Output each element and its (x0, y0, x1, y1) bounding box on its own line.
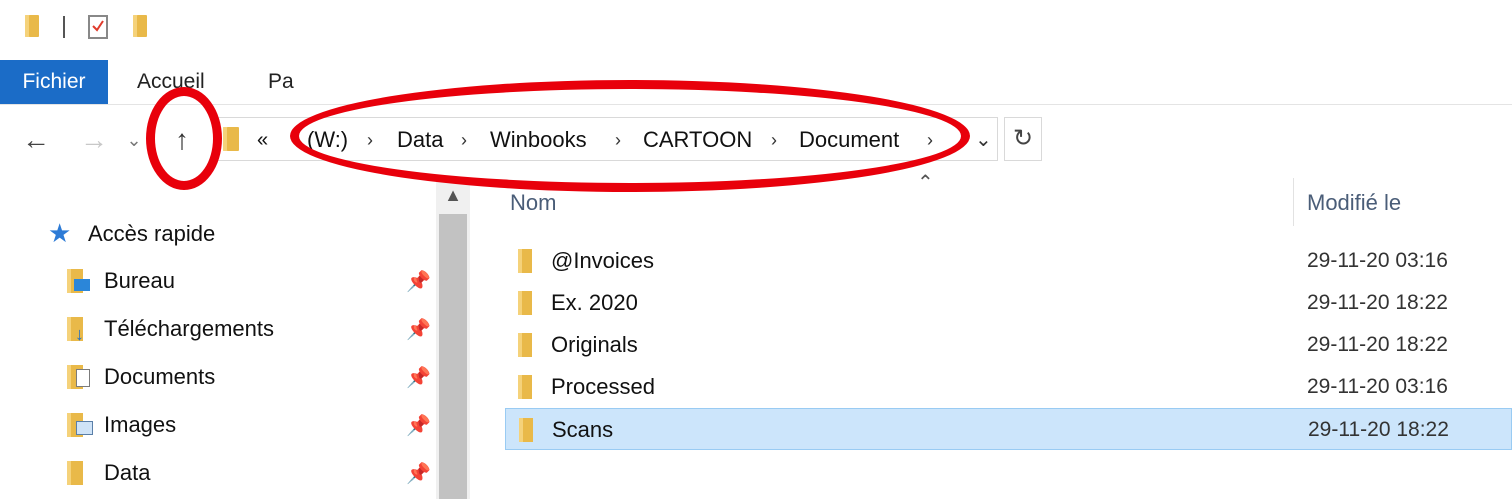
file-modified-date: 29-11-20 03:16 (1307, 249, 1448, 272)
picture-icon (76, 421, 93, 435)
folder-icon (519, 418, 533, 442)
file-name: Scans (552, 417, 614, 442)
pin-icon[interactable]: 📌 (406, 317, 431, 342)
pin-icon[interactable]: 📌 (406, 413, 431, 438)
pin-icon[interactable]: 📌 (406, 365, 431, 390)
pin-icon[interactable]: 📌 (406, 461, 431, 486)
file-row[interactable]: Processed 29-11-20 03:16 (505, 366, 1512, 408)
folder-icon[interactable] (25, 15, 39, 37)
file-name: @Invoices (551, 248, 655, 273)
sidebar-item-images[interactable]: Images 📌 (0, 403, 436, 447)
file-modified-date: 29-11-20 18:22 (1307, 333, 1448, 356)
file-row[interactable]: Originals 29-11-20 18:22 (505, 324, 1512, 366)
forward-arrow-icon[interactable]: → (74, 122, 114, 158)
file-name: Processed (551, 374, 655, 399)
sidebar-item-label: Data (104, 460, 151, 485)
toolbar-separator (63, 16, 65, 38)
file-name: Originals (551, 332, 638, 357)
desktop-badge-icon (74, 279, 90, 291)
new-folder-icon[interactable] (133, 15, 147, 37)
file-modified-date: 29-11-20 18:22 (1307, 291, 1448, 314)
sidebar-item-data[interactable]: Data 📌 (0, 451, 436, 495)
folder-icon (518, 291, 532, 315)
folder-icon (67, 461, 83, 485)
tab-file[interactable]: Fichier (0, 60, 108, 104)
properties-icon[interactable] (88, 15, 108, 39)
file-row[interactable]: @Invoices 29-11-20 03:16 (505, 240, 1512, 282)
sort-ascending-icon: ⌃ (917, 172, 934, 194)
download-arrow-icon: ↓ (75, 324, 84, 344)
sidebar-quick-access[interactable]: ★ Accès rapide (0, 212, 436, 256)
column-header-modified[interactable]: Modifié le (1307, 190, 1401, 216)
sidebar-item-label: Téléchargements (104, 316, 274, 341)
folder-icon (518, 375, 532, 399)
sidebar-item-label: Images (104, 412, 177, 437)
sidebar-item-label: Accès rapide (88, 221, 216, 246)
folder-icon (518, 333, 532, 357)
column-header-name[interactable]: Nom (510, 190, 556, 216)
sidebar-item-label: Documents (104, 364, 216, 389)
file-modified-date: 29-11-20 18:22 (1308, 418, 1449, 441)
file-modified-date: 29-11-20 03:16 (1307, 375, 1448, 398)
quick-access-toolbar (0, 0, 1512, 58)
star-icon: ★ (48, 218, 72, 248)
pin-icon[interactable]: 📌 (406, 269, 431, 294)
annotation-ellipse-address-path (290, 80, 970, 192)
annotation-circle-up-button (146, 87, 222, 190)
recent-locations-chevron-icon[interactable]: ⌄ (122, 122, 146, 158)
address-history-chevron-icon[interactable]: ⌄ (975, 128, 992, 152)
file-name: Ex. 2020 (551, 290, 638, 315)
sidebar-item-documents[interactable]: Documents 📌 (0, 355, 436, 399)
tab-share[interactable]: Pa (268, 60, 294, 104)
scrollbar-thumb[interactable] (439, 214, 467, 499)
breadcrumb-overflow[interactable]: « (257, 128, 268, 152)
column-divider[interactable] (1293, 178, 1294, 226)
file-row-selected[interactable]: Scans 29-11-20 18:22 (505, 408, 1512, 450)
back-arrow-icon[interactable]: ← (16, 122, 56, 158)
sidebar-item-label: Bureau (104, 268, 175, 293)
document-page-icon (76, 369, 90, 387)
sidebar-item-bureau[interactable]: Bureau 📌 (0, 259, 436, 303)
folder-icon (518, 249, 532, 273)
sidebar-item-downloads[interactable]: ↓ Téléchargements 📌 (0, 307, 436, 351)
folder-icon (223, 127, 239, 151)
refresh-icon[interactable]: ↻ (1004, 117, 1042, 161)
file-row[interactable]: Ex. 2020 29-11-20 18:22 (505, 282, 1512, 324)
